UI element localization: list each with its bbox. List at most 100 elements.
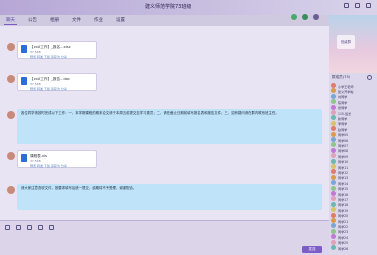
tab-bar: 聊天 公告 相册 文件 作业 设置 xyxy=(0,15,300,25)
member-item[interactable]: 同学11 xyxy=(331,164,375,170)
member-item[interactable]: 同学08 xyxy=(331,147,375,153)
avatar xyxy=(331,169,336,175)
close-icon[interactable] xyxy=(366,3,371,8)
member-name: 同学26 xyxy=(338,246,349,251)
search-icon[interactable] xyxy=(367,75,372,80)
member-item[interactable]: 同学05 xyxy=(331,131,375,137)
window-title: 建义师范学院73班级 xyxy=(145,4,192,10)
avatar xyxy=(331,164,336,169)
send-button[interactable]: 发送 xyxy=(302,246,322,253)
members-header: 群成员(75) xyxy=(332,75,351,79)
avatar xyxy=(331,185,336,191)
tab-homework[interactable]: 作业 xyxy=(92,16,105,24)
file-size: 37.5KB xyxy=(30,159,41,163)
member-item[interactable]: 同学18 xyxy=(331,201,375,207)
tab-album[interactable]: 相册 xyxy=(48,16,61,24)
call-tools xyxy=(291,14,319,20)
maximize-icon[interactable] xyxy=(355,3,360,8)
text-message[interactable]: 各位同学请按时完成以下工作：一、本学期课程的期末论文请于本周五前提交至学习委员；… xyxy=(17,109,322,144)
input-toolbar xyxy=(5,225,54,230)
avatar xyxy=(331,153,336,159)
more-icon[interactable] xyxy=(313,14,319,20)
avatar xyxy=(331,174,336,180)
banner-sticker: 班级群 xyxy=(337,35,355,49)
file-message[interactable]: 【xxX工作】_报告...doc 37.5KB 预览 转发 下载 另存为 分享 xyxy=(17,73,97,91)
scissors-icon[interactable] xyxy=(16,225,21,230)
avatar xyxy=(331,239,336,245)
file-message[interactable]: 【xxX工作】_报名...xlsx 37.5KB 预览 转发 下载 另存为 分享 xyxy=(17,41,97,59)
avatar xyxy=(331,83,336,88)
document-icon xyxy=(21,77,27,85)
avatar xyxy=(331,223,336,229)
emoji-icon[interactable] xyxy=(5,225,10,230)
member-item[interactable]: 同学16 xyxy=(331,191,375,197)
member-item[interactable]: 同学15 xyxy=(331,185,375,191)
avatar xyxy=(331,115,336,121)
member-item[interactable]: 同学10 xyxy=(331,158,375,164)
member-item[interactable]: 李同学 xyxy=(331,120,375,126)
avatar[interactable] xyxy=(7,186,15,194)
member-item[interactable]: 同学22 xyxy=(331,223,375,229)
member-item[interactable]: 同学21 xyxy=(331,218,375,224)
avatar[interactable] xyxy=(7,75,15,83)
member-item[interactable]: 赵同学 xyxy=(331,126,375,132)
member-item[interactable]: 张同学 xyxy=(331,104,375,110)
member-item[interactable]: 同学24 xyxy=(331,234,375,240)
video-icon[interactable] xyxy=(302,14,308,20)
member-item[interactable]: 小学王老师 xyxy=(331,83,375,89)
member-item[interactable]: 同学19 xyxy=(331,207,375,213)
title-bar: 建义师范学院73班级 xyxy=(0,0,377,15)
avatar xyxy=(331,158,336,164)
tab-announcement[interactable]: 公告 xyxy=(26,16,39,24)
mic-icon[interactable] xyxy=(49,225,54,230)
avatar xyxy=(331,110,336,115)
member-item[interactable]: 同学07 xyxy=(331,142,375,148)
avatar xyxy=(331,120,336,126)
member-item[interactable]: 同学06 xyxy=(331,137,375,143)
member-item[interactable]: 刘同学 xyxy=(331,93,375,99)
member-item[interactable]: 同学17 xyxy=(331,196,375,202)
window-controls xyxy=(344,3,371,8)
member-item[interactable]: 建义开学啦 xyxy=(331,88,375,94)
image-icon[interactable] xyxy=(38,225,43,230)
tab-files[interactable]: 文件 xyxy=(70,16,83,24)
file-actions[interactable]: 预览 转发 下载 另存为 分享 xyxy=(30,87,67,91)
member-item[interactable]: 同学13 xyxy=(331,174,375,180)
avatar xyxy=(331,201,336,207)
file-actions[interactable]: 预览 转发 下载 另存为 分享 xyxy=(30,164,67,168)
file-size: 37.5KB xyxy=(30,50,41,54)
avatar xyxy=(331,131,336,137)
member-item[interactable]: 新同学 xyxy=(331,115,375,121)
tab-settings[interactable]: 设置 xyxy=(114,16,127,24)
tab-chat[interactable]: 聊天 xyxy=(4,16,17,25)
avatar[interactable] xyxy=(7,111,15,119)
avatar xyxy=(331,228,336,234)
member-item[interactable]: 同学23 xyxy=(331,228,375,234)
member-item[interactable]: 同学12 xyxy=(331,169,375,175)
avatar[interactable] xyxy=(7,43,15,51)
group-banner: 班级群 xyxy=(329,15,377,73)
avatar xyxy=(331,191,336,196)
file-actions[interactable]: 预览 转发 下载 另存为 分享 xyxy=(30,55,67,59)
member-item[interactable]: 同学26 xyxy=(331,245,375,251)
avatar xyxy=(331,196,336,202)
avatar[interactable] xyxy=(7,152,15,160)
minimize-icon[interactable] xyxy=(344,3,349,8)
avatar xyxy=(331,93,336,99)
avatar xyxy=(331,137,336,142)
avatar xyxy=(331,207,336,213)
avatar xyxy=(331,180,336,186)
file-message[interactable]: 课程表.xls 37.5KB 预览 转发 下载 另存为 分享 xyxy=(17,150,97,168)
member-item[interactable]: 陈同学 xyxy=(331,99,375,105)
avatar xyxy=(331,234,336,240)
avatar xyxy=(331,104,336,110)
text-message[interactable]: 请大家注意查收文件，按要求填写后统一提交，逾期将不予受理，谢谢配合。 xyxy=(17,184,322,210)
member-item[interactable]: 115-班长 xyxy=(331,110,375,116)
member-item[interactable]: 同学09 xyxy=(331,153,375,159)
member-item[interactable]: 同学25 xyxy=(331,239,375,245)
member-item[interactable]: 同学20 xyxy=(331,212,375,218)
phone-icon[interactable] xyxy=(291,14,297,20)
avatar xyxy=(331,245,336,250)
folder-icon[interactable] xyxy=(27,225,32,230)
member-item[interactable]: 同学14 xyxy=(331,180,375,186)
